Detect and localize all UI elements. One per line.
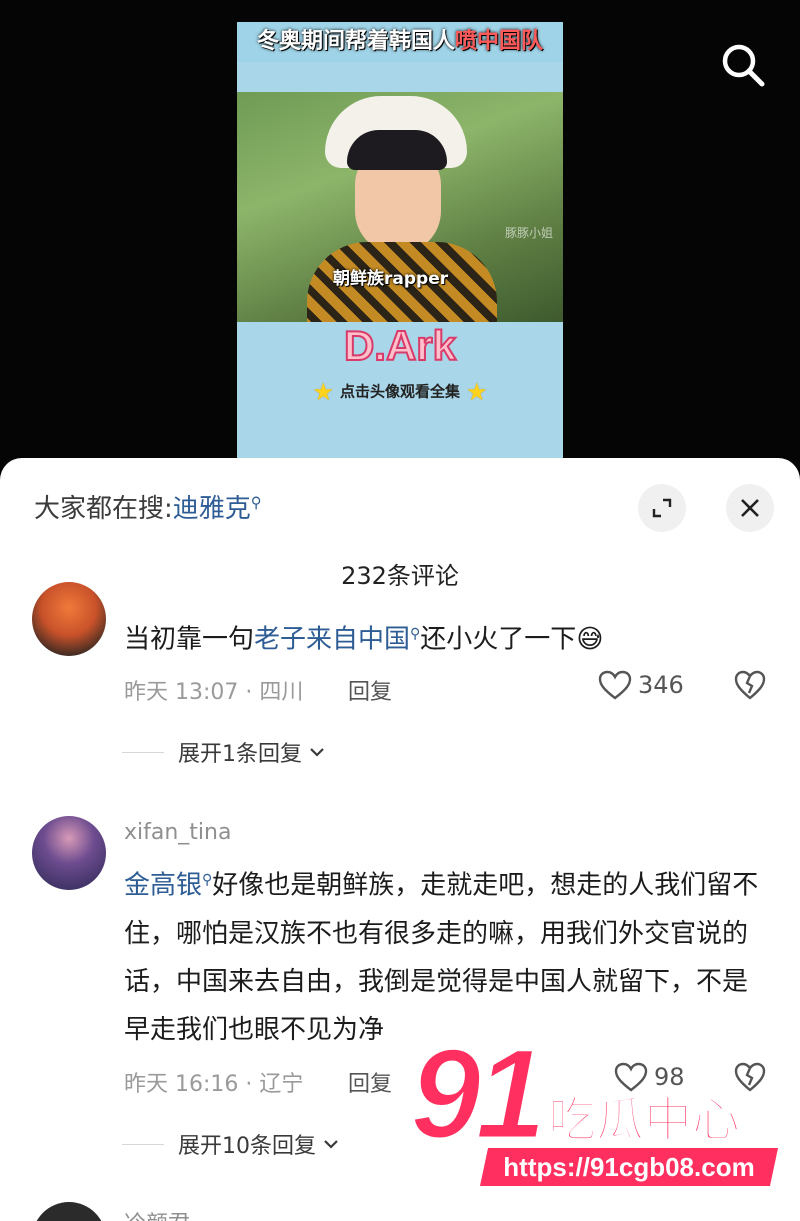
comment-keyword-link[interactable]: 金高银 bbox=[124, 871, 202, 901]
star-icon: ★ bbox=[312, 378, 334, 406]
video-player[interactable]: 冬奥期间帮着韩国人喷中国队 豚豚小姐 朝鲜族rapper D.Ark ★ 点击头像… bbox=[0, 0, 800, 470]
username[interactable]: xifan_tina bbox=[124, 820, 231, 845]
close-icon bbox=[741, 499, 759, 517]
like-button[interactable]: 346 bbox=[598, 670, 684, 700]
like-count: 346 bbox=[638, 671, 684, 699]
video-watermark: 豚豚小姐 bbox=[505, 226, 554, 240]
video-photo: 豚豚小姐 朝鲜族rapper bbox=[237, 92, 563, 322]
video-subtitle: ★ 点击头像观看全集 ★ bbox=[312, 378, 488, 406]
dislike-button[interactable] bbox=[734, 1062, 766, 1096]
comment-sheet: 大家都在搜:迪雅克⚲ 232条评论 当初靠一句老子来自中国⚲还小火了一下😅 昨天… bbox=[0, 458, 800, 1221]
comment-text: 金高银⚲好像也是朝鲜族，走就走吧，想走的人我们留不住，哪怕是汉族不也有很多走的嘛… bbox=[124, 870, 759, 1045]
comment-keyword-link[interactable]: 老子来自中国 bbox=[254, 625, 410, 655]
avatar[interactable] bbox=[32, 582, 106, 656]
video-caption: 朝鲜族rapper bbox=[333, 269, 449, 289]
expand-replies-button[interactable]: 展开1条回复 bbox=[122, 736, 326, 768]
expand-icon bbox=[652, 498, 672, 518]
username[interactable]: 冷颜君 bbox=[124, 1206, 190, 1221]
emoji: 😅 bbox=[576, 624, 604, 655]
video-banner-text: 冬奥期间帮着韩国人喷中国队 bbox=[237, 22, 563, 62]
broken-heart-icon bbox=[734, 670, 766, 700]
video-brand-title: D.Ark bbox=[343, 321, 457, 370]
avatar[interactable] bbox=[32, 816, 106, 890]
reply-button[interactable]: 回复 bbox=[348, 674, 392, 706]
dislike-button[interactable] bbox=[734, 670, 766, 704]
star-icon: ★ bbox=[466, 378, 488, 406]
like-count: 98 bbox=[654, 1063, 685, 1091]
comment-time: 昨天 16:16 · 辽宁 bbox=[124, 1072, 304, 1097]
expand-sheet-button[interactable] bbox=[638, 484, 686, 532]
comment-text: 当初靠一句老子来自中国⚲还小火了一下😅 bbox=[124, 624, 604, 655]
video-thumbnail[interactable]: 冬奥期间帮着韩国人喷中国队 豚豚小姐 朝鲜族rapper D.Ark ★ 点击头像… bbox=[237, 22, 563, 462]
chevron-down-icon bbox=[310, 748, 324, 757]
broken-heart-icon bbox=[734, 1062, 766, 1092]
divider bbox=[122, 1143, 164, 1145]
trending-keyword[interactable]: 迪雅克 bbox=[173, 494, 251, 524]
comment-time: 昨天 13:07 · 四川 bbox=[124, 680, 304, 705]
divider bbox=[122, 751, 164, 753]
reply-button[interactable]: 回复 bbox=[348, 1066, 392, 1098]
heart-icon bbox=[614, 1062, 648, 1092]
chevron-down-icon bbox=[324, 1140, 338, 1149]
search-small-icon: ⚲ bbox=[250, 493, 262, 512]
trending-prefix: 大家都在搜: bbox=[34, 494, 173, 524]
comment-count: 232条评论 bbox=[341, 562, 459, 590]
close-button[interactable] bbox=[726, 484, 774, 532]
heart-icon bbox=[598, 670, 632, 700]
search-small-icon: ⚲ bbox=[410, 626, 421, 642]
search-icon[interactable] bbox=[718, 40, 768, 90]
avatar[interactable] bbox=[32, 1202, 106, 1221]
search-small-icon: ⚲ bbox=[202, 872, 213, 888]
expand-replies-button[interactable]: 展开10条回复 bbox=[122, 1128, 340, 1160]
trending-search[interactable]: 大家都在搜:迪雅克⚲ bbox=[34, 488, 262, 525]
hair-shape bbox=[347, 130, 447, 170]
like-button[interactable]: 98 bbox=[614, 1062, 685, 1092]
